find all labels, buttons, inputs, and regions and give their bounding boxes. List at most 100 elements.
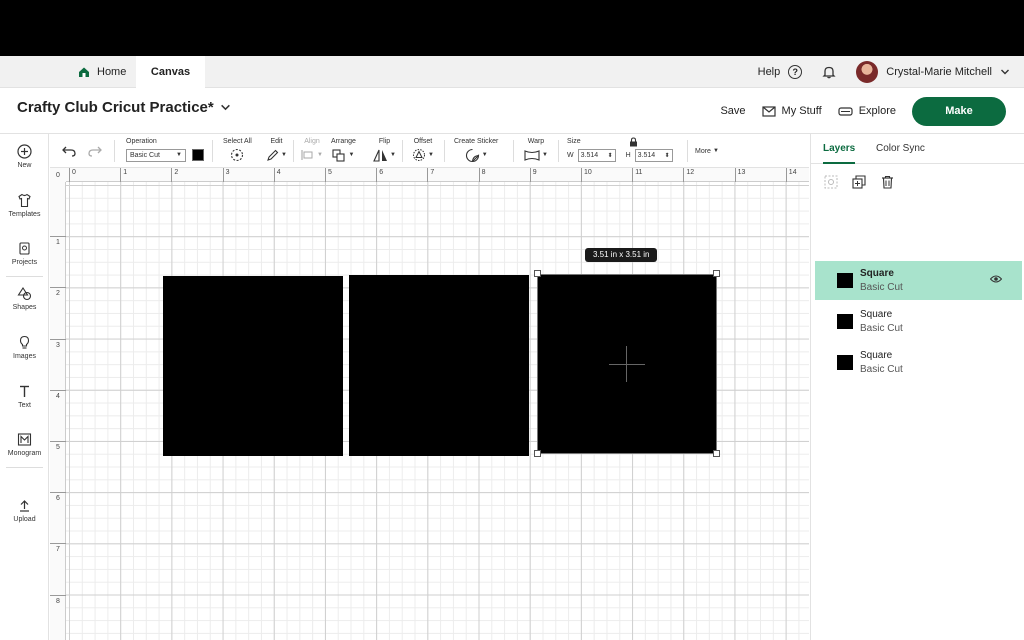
toolbar-divider (402, 140, 403, 162)
tab-canvas[interactable]: Canvas (136, 56, 205, 88)
flip-icon (373, 149, 387, 162)
ruler-tick: 3 (50, 338, 66, 349)
caret-down-icon: ▼ (348, 152, 355, 158)
layer-row[interactable]: Square Basic Cut (815, 343, 1022, 382)
avatar[interactable] (856, 61, 879, 83)
sidebar-item-monogram[interactable]: Monogram (0, 432, 49, 457)
sidebar-item-text[interactable]: Text (0, 384, 49, 409)
panel-tabs: Layers Color Sync (811, 134, 1024, 164)
ruler-tick: 4 (273, 168, 281, 182)
tab-home-label: Home (97, 66, 127, 78)
sidebar-item-projects[interactable]: Projects (0, 241, 49, 266)
height-input[interactable]: 3.514 ⬍ (634, 148, 673, 162)
sidebar-item-new[interactable]: New (0, 144, 49, 169)
caret-down-icon: ▼ (281, 152, 287, 158)
ruler-tick: 8 (478, 168, 486, 182)
help-icon[interactable]: ? (788, 65, 803, 79)
offset-group[interactable]: Offset ▼ (412, 137, 434, 163)
chevron-down-icon[interactable] (1000, 67, 1010, 77)
sidebar-item-label: Templates (8, 211, 41, 218)
resize-handle-bottom-right[interactable] (713, 450, 720, 457)
sidebar-item-upload[interactable]: Upload (0, 498, 49, 523)
toolbar-divider (212, 140, 213, 162)
canvas-area[interactable]: 0 1 2 3 4 5 6 7 8 9 10 11 12 13 14 0 12345678 3.51 in … (50, 168, 809, 640)
create-sticker-group[interactable]: Create Sticker ▼ (454, 137, 498, 163)
tab-canvas-label: Canvas (150, 66, 191, 78)
flip-group[interactable]: Flip ▼ (373, 137, 396, 163)
project-title[interactable]: Crafty Club Cricut Practice* (17, 99, 231, 116)
arrange-group[interactable]: Arrange ▼ (331, 137, 356, 163)
caret-down-icon: ▼ (317, 152, 323, 158)
align-group[interactable]: Align ▼ (301, 137, 323, 163)
layers-panel: Layers Color Sync Square Basic Cut Squar… (810, 134, 1024, 640)
create-sticker-label: Create Sticker (454, 138, 499, 145)
help-link[interactable]: Help (758, 66, 781, 78)
caret-down-icon: ▼ (390, 152, 396, 158)
undo-icon[interactable] (62, 145, 76, 157)
make-button[interactable]: Make (912, 96, 1006, 126)
user-name[interactable]: Crystal-Marie Mitchell (886, 66, 992, 78)
resize-handle-bottom-left[interactable] (534, 450, 541, 457)
sidebar-item-label: Projects (11, 259, 38, 266)
group-layers-button[interactable] (823, 174, 839, 190)
square-shape[interactable] (349, 275, 529, 456)
title-actions: Save My Stuff Explore Make (720, 96, 1006, 126)
delete-button[interactable] (879, 174, 895, 190)
select-all-group[interactable]: Select All (223, 137, 252, 163)
ruler-tick: 0 (69, 168, 76, 182)
ruler-origin-label: 0 (56, 172, 60, 179)
operation-select[interactable]: Basic Cut ▼ (126, 148, 186, 162)
square-shape[interactable] (163, 276, 343, 456)
sidebar-item-shapes[interactable]: Shapes (0, 286, 49, 311)
layer-row[interactable]: Square Basic Cut (815, 302, 1022, 341)
width-value: 3.514 (580, 151, 599, 159)
title-bar: Crafty Club Cricut Practice* Save My Stu… (0, 88, 1024, 134)
tab-home[interactable]: Home (68, 56, 136, 88)
layer-operation: Basic Cut (860, 364, 903, 375)
operation-value: Basic Cut (130, 151, 160, 159)
sidebar-item-label: Shapes (12, 304, 37, 311)
resize-handle-top-right[interactable] (713, 270, 720, 277)
left-sidebar: New Templates Projects Shapes Images Tex… (0, 134, 49, 640)
design-space-app: Home Canvas Help ? Crystal-Marie Mitchel… (0, 56, 1024, 640)
stepper-icon[interactable]: ⬍ (608, 152, 613, 159)
caret-down-icon: ▼ (542, 152, 548, 158)
chevron-down-icon (220, 104, 230, 111)
caret-down-icon: ▼ (481, 152, 488, 158)
text-icon (20, 385, 29, 397)
color-swatch[interactable] (192, 149, 204, 161)
duplicate-button[interactable] (851, 174, 867, 190)
width-input[interactable]: 3.514 ⬍ (577, 148, 616, 162)
sidebar-divider (6, 467, 43, 468)
caret-down-icon: ▼ (176, 152, 182, 158)
lock-icon[interactable] (629, 137, 638, 147)
width-label: W (567, 151, 574, 159)
ruler-tick: 10 (581, 168, 592, 182)
explore-button[interactable]: Explore (838, 105, 896, 117)
bell-icon[interactable] (822, 65, 836, 79)
tab-layers[interactable]: Layers (823, 134, 856, 164)
ruler-tick: 5 (50, 441, 66, 451)
sidebar-item-label: Images (13, 353, 36, 360)
stepper-icon[interactable]: ⬍ (665, 152, 670, 159)
toolbar-divider (687, 140, 688, 162)
layer-name: Square (860, 309, 893, 320)
redo-icon[interactable] (88, 145, 102, 157)
sidebar-item-templates[interactable]: Templates (0, 193, 49, 218)
ruler-tick: 4 (50, 389, 66, 400)
more-button[interactable]: More ▼ (695, 145, 719, 157)
ruler-tick: 12 (683, 168, 694, 182)
save-button[interactable]: Save (720, 105, 745, 117)
resize-handle-top-left[interactable] (534, 270, 541, 277)
warp-group[interactable]: Warp ▼ (524, 137, 548, 163)
edit-group[interactable]: Edit ▼ (266, 137, 287, 163)
sidebar-item-images[interactable]: Images (0, 335, 49, 360)
layer-row[interactable]: Square Basic Cut (815, 261, 1022, 300)
tab-color-sync[interactable]: Color Sync (876, 134, 925, 164)
my-stuff-button[interactable]: My Stuff (761, 105, 822, 117)
layer-thumbnail (837, 273, 853, 288)
eye-icon[interactable] (990, 274, 1002, 284)
size-group: Size W 3.514 ⬍ H 3.514 ⬍ (567, 137, 673, 163)
ruler-tick: 9 (529, 168, 537, 182)
select-all-label: Select All (223, 138, 252, 145)
